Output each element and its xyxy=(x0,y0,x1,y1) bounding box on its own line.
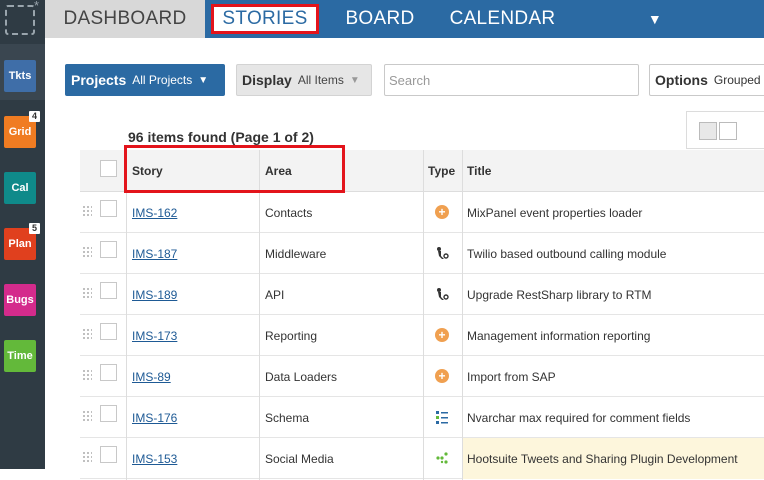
story-id-cell: IMS-187 xyxy=(132,233,177,274)
row-checkbox[interactable] xyxy=(100,364,117,381)
title-cell[interactable]: Upgrade RestSharp library to RTM xyxy=(463,274,764,315)
title-cell[interactable]: MixPanel event properties loader xyxy=(463,192,764,233)
drag-handle-icon[interactable] xyxy=(82,328,92,340)
options-value: Grouped xyxy=(713,73,761,87)
detail-view-icon[interactable] xyxy=(719,122,737,140)
rail-item-label: Tkts xyxy=(8,70,32,82)
table-row[interactable]: IMS-89 Data Loaders + Import from SAP xyxy=(80,356,764,397)
feature-icon: + xyxy=(434,368,450,384)
area-cell: Social Media xyxy=(265,451,334,466)
story-link[interactable]: IMS-173 xyxy=(132,329,177,343)
feature-icon: + xyxy=(434,204,450,220)
rail-item-label: Bugs xyxy=(6,294,34,306)
projects-value: All Projects xyxy=(132,73,193,87)
chevron-down-icon: ▼ xyxy=(349,74,360,86)
story-link[interactable]: IMS-153 xyxy=(132,452,177,466)
story-id-cell: IMS-153 xyxy=(132,438,177,479)
share-icon xyxy=(434,450,450,466)
title-cell[interactable]: Hootsuite Tweets and Sharing Plugin Deve… xyxy=(463,438,764,479)
row-checkbox[interactable] xyxy=(100,200,117,217)
table-row[interactable]: IMS-189 API Upgrade RestSharp library to R… xyxy=(80,274,764,315)
title-cell[interactable]: Twilio based outbound calling module xyxy=(463,233,764,274)
bug-icon xyxy=(434,245,450,261)
drag-handle-icon[interactable] xyxy=(82,287,92,299)
story-link[interactable]: IMS-89 xyxy=(132,370,171,384)
area-cell: Schema xyxy=(265,410,310,425)
rail-item-grid[interactable]: Grid 4 xyxy=(4,111,40,148)
projects-label: Projects xyxy=(71,72,127,88)
header-title[interactable]: Title xyxy=(467,150,491,192)
row-checkbox[interactable] xyxy=(100,405,117,422)
top-navigation: DASHBOARD STORIES BOARD CALENDAR ▼ xyxy=(45,0,764,38)
story-id-cell: IMS-189 xyxy=(132,274,177,315)
area-cell: Data Loaders xyxy=(265,369,338,384)
drag-handle-icon[interactable] xyxy=(82,205,92,217)
header-type[interactable]: Type xyxy=(428,150,455,192)
projects-filter-button[interactable]: Projects All Projects ▼ xyxy=(65,64,225,96)
area-cell: Middleware xyxy=(265,246,327,261)
list-view-icon[interactable] xyxy=(699,122,717,140)
caret-down-icon[interactable]: ▼ xyxy=(645,0,665,38)
left-rail: * Tkts Grid 4 Cal Plan 5 Bugs Time xyxy=(0,0,45,469)
task-list-icon xyxy=(434,409,450,425)
area-cell: API xyxy=(265,287,285,302)
view-toggle xyxy=(686,111,764,149)
options-button[interactable]: Options Grouped xyxy=(649,64,764,96)
row-checkbox[interactable] xyxy=(100,282,117,299)
result-count: 96 items found (Page 1 of 2) xyxy=(128,129,314,145)
chevron-down-icon: ▼ xyxy=(198,74,209,86)
row-checkbox[interactable] xyxy=(100,241,117,258)
tab-calendar[interactable]: CALENDAR xyxy=(450,0,556,38)
rail-item-label: Plan xyxy=(8,238,32,250)
title-cell[interactable]: Management information reporting xyxy=(463,315,764,356)
table-row[interactable]: IMS-187 Middleware Twilio based outbound c… xyxy=(80,233,764,274)
story-id-cell: IMS-173 xyxy=(132,315,177,356)
rail-item-plan[interactable]: Plan 5 xyxy=(4,223,40,260)
drag-handle-icon[interactable] xyxy=(82,369,92,381)
select-all-checkbox[interactable] xyxy=(100,160,117,177)
options-label: Options xyxy=(655,72,708,88)
drag-handle-icon[interactable] xyxy=(82,246,92,258)
table-row[interactable]: IMS-176 Schema Nvarchar max required for c… xyxy=(80,397,764,438)
table-row[interactable]: IMS-162 Contacts + MixPanel event propertie… xyxy=(80,192,764,233)
row-checkbox[interactable] xyxy=(100,323,117,340)
drag-handle-icon[interactable] xyxy=(82,451,92,463)
rail-item-tkts[interactable]: Tkts xyxy=(4,60,36,92)
display-filter-button[interactable]: Display All Items ▼ xyxy=(236,64,372,96)
table-row[interactable]: IMS-153 Social Media Hootsuite Tweets and … xyxy=(80,438,764,479)
rail-item-badge: 5 xyxy=(29,223,40,234)
app-logo-icon[interactable]: * xyxy=(5,0,39,35)
story-link[interactable]: IMS-187 xyxy=(132,247,177,261)
title-cell[interactable]: Import from SAP xyxy=(463,356,764,397)
tab-board[interactable]: BOARD xyxy=(345,0,415,38)
tab-stories[interactable]: STORIES xyxy=(211,4,319,34)
story-link[interactable]: IMS-162 xyxy=(132,206,177,220)
bug-icon xyxy=(434,286,450,302)
story-link[interactable]: IMS-189 xyxy=(132,288,177,302)
feature-icon: + xyxy=(434,327,450,343)
rail-item-label: Cal xyxy=(11,182,29,194)
rail-item-label: Grid xyxy=(8,126,32,138)
story-id-cell: IMS-162 xyxy=(132,192,177,233)
rail-item-bugs[interactable]: Bugs xyxy=(4,284,36,316)
rail-item-cal[interactable]: Cal xyxy=(4,172,36,204)
area-cell: Reporting xyxy=(265,328,318,343)
story-id-cell: IMS-89 xyxy=(132,356,171,397)
story-link[interactable]: IMS-176 xyxy=(132,411,177,425)
area-cell: Contacts xyxy=(265,205,313,220)
display-label: Display xyxy=(242,72,292,88)
story-id-cell: IMS-176 xyxy=(132,397,177,438)
table-row[interactable]: IMS-173 Reporting + Management information … xyxy=(80,315,764,356)
rail-item-label: Time xyxy=(7,350,33,362)
tab-dashboard[interactable]: DASHBOARD xyxy=(45,0,205,38)
rail-item-badge: 4 xyxy=(29,111,40,122)
search-input[interactable] xyxy=(384,64,639,96)
rail-item-time[interactable]: Time xyxy=(4,340,36,372)
title-cell[interactable]: Nvarchar max required for comment fields xyxy=(463,397,764,438)
display-value: All Items xyxy=(297,73,344,87)
drag-handle-icon[interactable] xyxy=(82,410,92,422)
row-checkbox[interactable] xyxy=(100,446,117,463)
highlight-box xyxy=(124,145,345,193)
